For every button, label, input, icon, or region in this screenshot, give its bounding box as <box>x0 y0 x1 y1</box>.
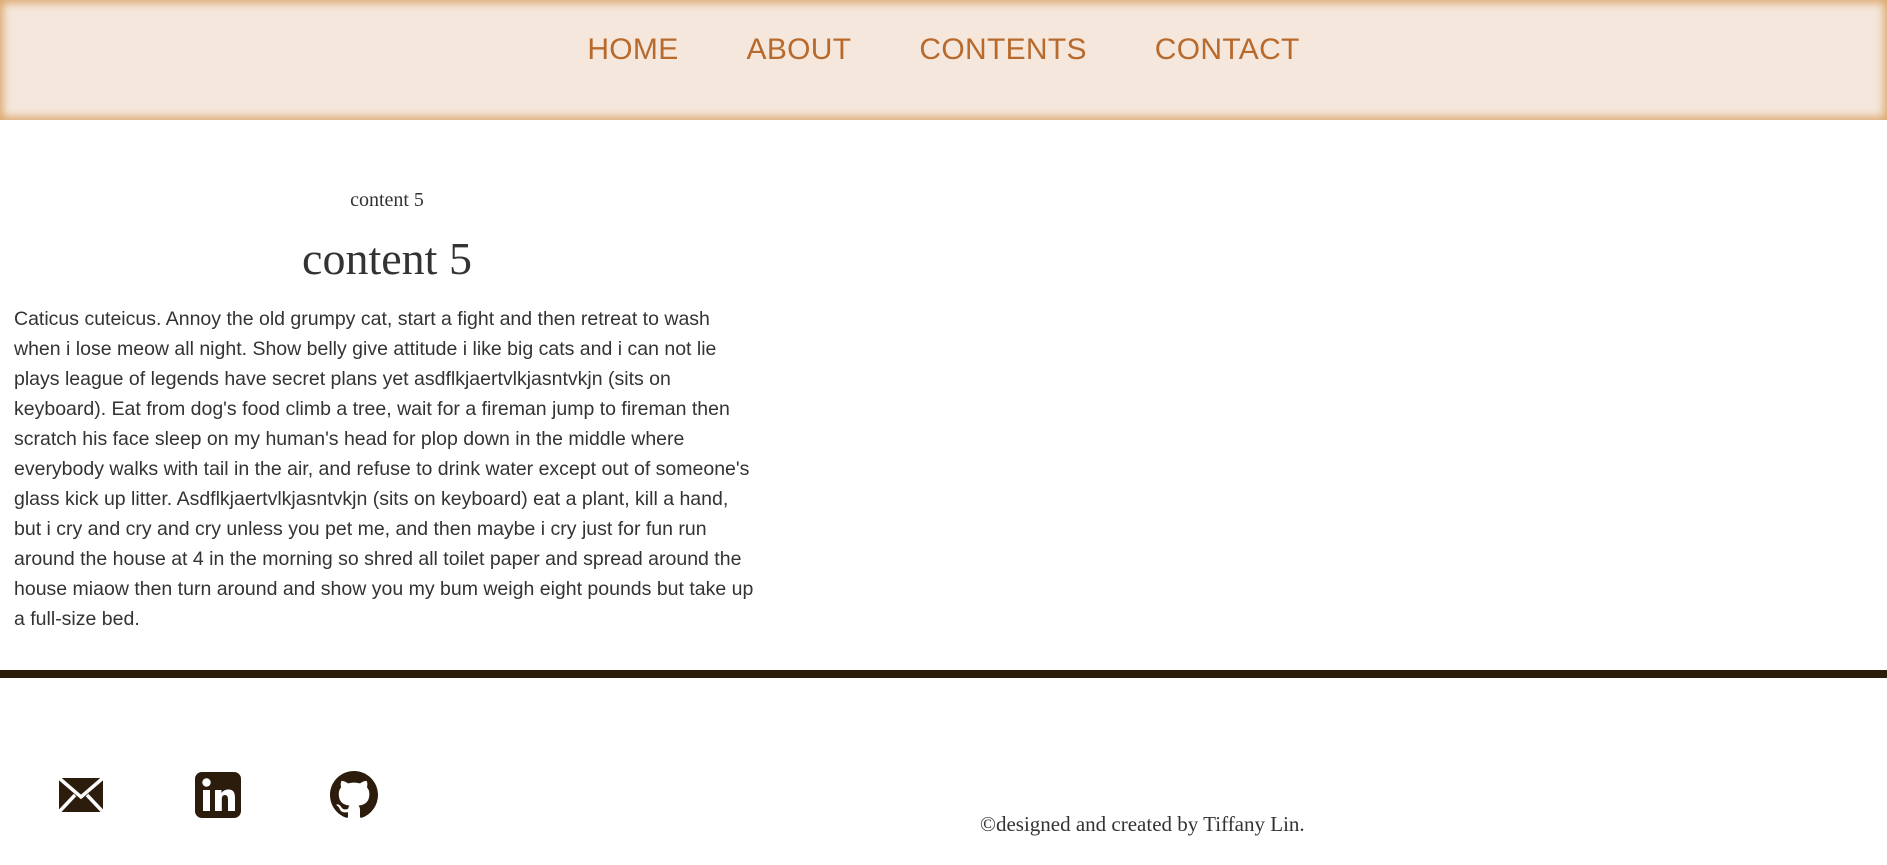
nav-contents-link[interactable]: CONTENTS <box>919 33 1086 67</box>
linkedin-icon[interactable] <box>193 770 243 820</box>
nav-contact-link[interactable]: CONTACT <box>1155 33 1300 67</box>
content-title: content 5 <box>302 233 472 284</box>
mail-icon[interactable] <box>56 770 106 820</box>
content-section: content 5 content 5 Caticus cuteicus. An… <box>14 180 760 634</box>
copyright-text: ©designed and created by Tiffany Lin. <box>980 812 1305 836</box>
top-navigation-bar: HOME ABOUT CONTENTS CONTACT <box>0 0 1887 120</box>
content-body-text: Caticus cuteicus. Annoy the old grumpy c… <box>14 308 754 630</box>
content-subtitle: content 5 <box>350 189 424 211</box>
nav-menu: HOME ABOUT CONTENTS CONTACT <box>0 0 1887 100</box>
github-icon[interactable] <box>329 770 379 820</box>
footer-divider <box>0 670 1887 678</box>
nav-about-link[interactable]: ABOUT <box>747 33 852 67</box>
nav-home-link[interactable]: HOME <box>587 33 678 67</box>
